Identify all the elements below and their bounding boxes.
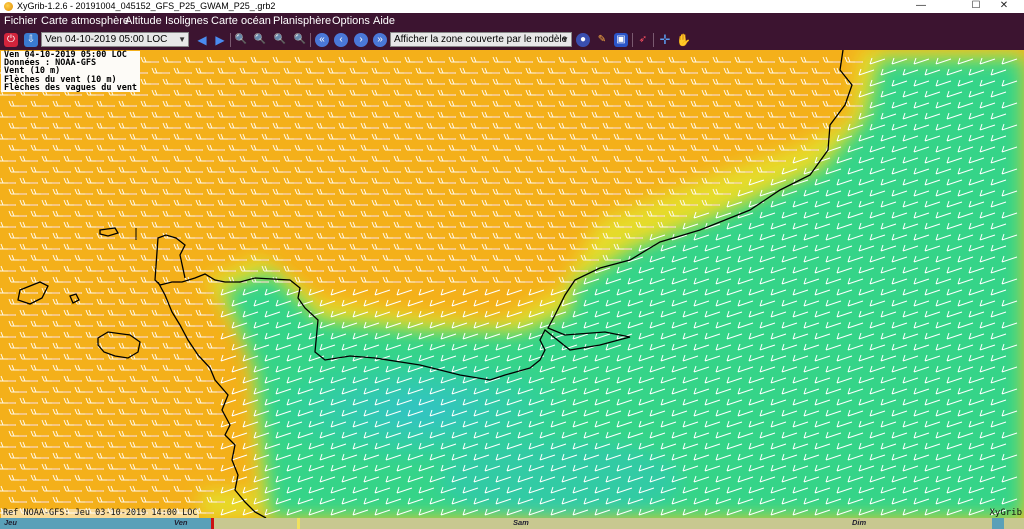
close-button[interactable]: ✕ <box>984 0 1024 13</box>
xygrib-app-icon <box>4 2 13 11</box>
menu-carte-ocean[interactable]: Carte océan <box>211 13 271 30</box>
time-forward-icon[interactable]: › <box>354 33 368 47</box>
menu-isolignes[interactable]: Isolignes <box>165 13 208 30</box>
zoom-in-icon[interactable]: 🔍 <box>234 33 248 47</box>
toolbar-separator <box>632 33 633 47</box>
time-back-icon[interactable]: ‹ <box>334 33 348 47</box>
rocket-icon[interactable]: ➶ <box>636 33 650 47</box>
date-selector[interactable]: Ven 04-10-2019 05:00 LOC ▼ <box>41 32 189 47</box>
menu-planisphere[interactable]: Planisphère <box>273 13 331 30</box>
timeline-current-marker[interactable] <box>211 518 214 529</box>
timeline-day-label: Jeu <box>4 518 17 527</box>
map-legend: Ven 04-10-2019 05:00 LOC Données : NOAA-… <box>1 51 141 93</box>
menu-altitude[interactable]: Altitude <box>125 13 162 30</box>
palette-icon[interactable]: ✎ <box>595 33 609 47</box>
zoom-all-icon[interactable]: 🔍 <box>293 33 307 47</box>
zoom-out-icon[interactable]: 🔍 <box>253 33 267 47</box>
zone-selector[interactable]: Afficher la zone couverte par le modèle … <box>390 32 572 47</box>
wind-map-canvas[interactable] <box>0 50 1024 518</box>
timeline-end-segment <box>992 518 1004 529</box>
menu-carte-atmosphere[interactable]: Carte atmosphère <box>41 13 129 30</box>
zone-selector-value: Afficher la zone couverte par le modèle <box>394 34 568 45</box>
prev-time-icon[interactable]: ◀ <box>195 33 209 47</box>
chevron-down-icon: ▼ <box>178 35 186 44</box>
menu-options[interactable]: Options <box>332 13 370 30</box>
window-title: XyGrib-1.2.6 - 20191004_045152_GFS_P25_G… <box>17 1 276 11</box>
time-forward-fast-icon[interactable]: » <box>373 33 387 47</box>
time-slider[interactable]: Jeu Ven Sam Dim <box>0 518 1024 529</box>
menu-aide[interactable]: Aide <box>373 13 395 30</box>
title-bar: XyGrib-1.2.6 - 20191004_045152_GFS_P25_G… <box>0 0 1024 13</box>
minimize-button[interactable]: — <box>901 0 941 13</box>
timeline-day-label: Ven <box>174 518 188 527</box>
menu-fichier[interactable]: Fichier <box>4 13 37 30</box>
zoom-fit-icon[interactable]: 🔍 <box>273 33 287 47</box>
toolbar-separator <box>653 33 654 47</box>
download-icon[interactable]: ⇩ <box>24 33 38 47</box>
timeline-day-label: Sam <box>513 518 529 527</box>
weather-map[interactable] <box>0 50 1024 518</box>
reference-run-label: Ref NOAA-GFS: Jeu 03-10-2019 14:00 LOC <box>1 508 200 518</box>
time-back-fast-icon[interactable]: « <box>315 33 329 47</box>
brand-label: XyGrib <box>989 508 1022 518</box>
timeline-day-label: Dim <box>852 518 867 527</box>
legend-wave-arrows: Flèches des vagues du vent <box>4 82 138 93</box>
timeline-future-segment <box>212 518 1024 529</box>
timeline-step-marker <box>297 518 300 529</box>
toolbar: ⏻ ⇩ Ven 04-10-2019 05:00 LOC ▼ ◀ ▶ 🔍 🔍 🔍… <box>0 30 1024 50</box>
menu-bar: Fichier Carte atmosphère Altitude Isolig… <box>0 13 1024 30</box>
toolbar-separator <box>230 33 231 47</box>
chevron-down-icon: ▼ <box>561 35 569 44</box>
crosshair-icon[interactable]: ✛ <box>658 33 672 47</box>
toolbar-separator <box>310 33 311 47</box>
xygrib-icon[interactable]: ⏻ <box>4 33 18 47</box>
next-time-icon[interactable]: ▶ <box>213 33 227 47</box>
meteogram-icon[interactable]: ▣ <box>614 33 628 47</box>
hand-icon[interactable]: ✋ <box>676 33 691 47</box>
globe-icon[interactable]: ● <box>576 33 590 47</box>
date-selector-value: Ven 04-10-2019 05:00 LOC <box>45 34 168 45</box>
